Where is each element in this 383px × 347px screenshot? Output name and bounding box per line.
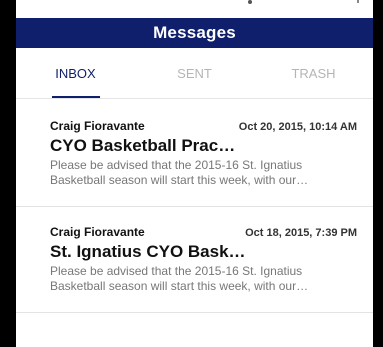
message-preview: Please be advised that the 2015-16 St. I… xyxy=(50,158,309,187)
tab-trash-label: TRASH xyxy=(291,65,336,81)
tab-trash[interactable]: TRASH xyxy=(254,48,373,98)
message-sender: Craig Fioravante xyxy=(50,225,145,239)
message-date: Oct 18, 2015, 7:39 PM xyxy=(245,227,357,239)
tab-sent[interactable]: SENT xyxy=(135,48,254,98)
tab-inbox[interactable]: INBOX xyxy=(16,48,135,98)
status-dot xyxy=(248,0,252,4)
message-item[interactable]: Craig Fioravante Oct 18, 2015, 7:39 PM S… xyxy=(16,207,373,313)
message-date: Oct 20, 2015, 10:14 AM xyxy=(238,121,357,133)
status-mark xyxy=(357,0,359,3)
status-strip xyxy=(16,0,373,18)
tab-inbox-label: INBOX xyxy=(55,65,96,81)
tab-sent-label: SENT xyxy=(177,65,212,81)
message-subject: St. Ignatius CYO Bask… xyxy=(50,242,246,261)
message-sender: Craig Fioravante xyxy=(50,119,145,133)
message-header: Craig Fioravante Oct 18, 2015, 7:39 PM xyxy=(50,225,357,239)
message-preview: Please be advised that the 2015-16 St. I… xyxy=(50,264,309,293)
message-subject: CYO Basketball Prac… xyxy=(50,136,236,155)
title-bar: Messages xyxy=(16,18,373,48)
message-header: Craig Fioravante Oct 20, 2015, 10:14 AM xyxy=(50,119,357,133)
page-title: Messages xyxy=(153,23,236,42)
message-list: Craig Fioravante Oct 20, 2015, 10:14 AM … xyxy=(16,101,373,313)
app-screen: Messages INBOX SENT TRASH Craig Fioravan… xyxy=(16,0,373,347)
message-item[interactable]: Craig Fioravante Oct 20, 2015, 10:14 AM … xyxy=(16,101,373,207)
tab-bar: INBOX SENT TRASH xyxy=(16,48,373,99)
